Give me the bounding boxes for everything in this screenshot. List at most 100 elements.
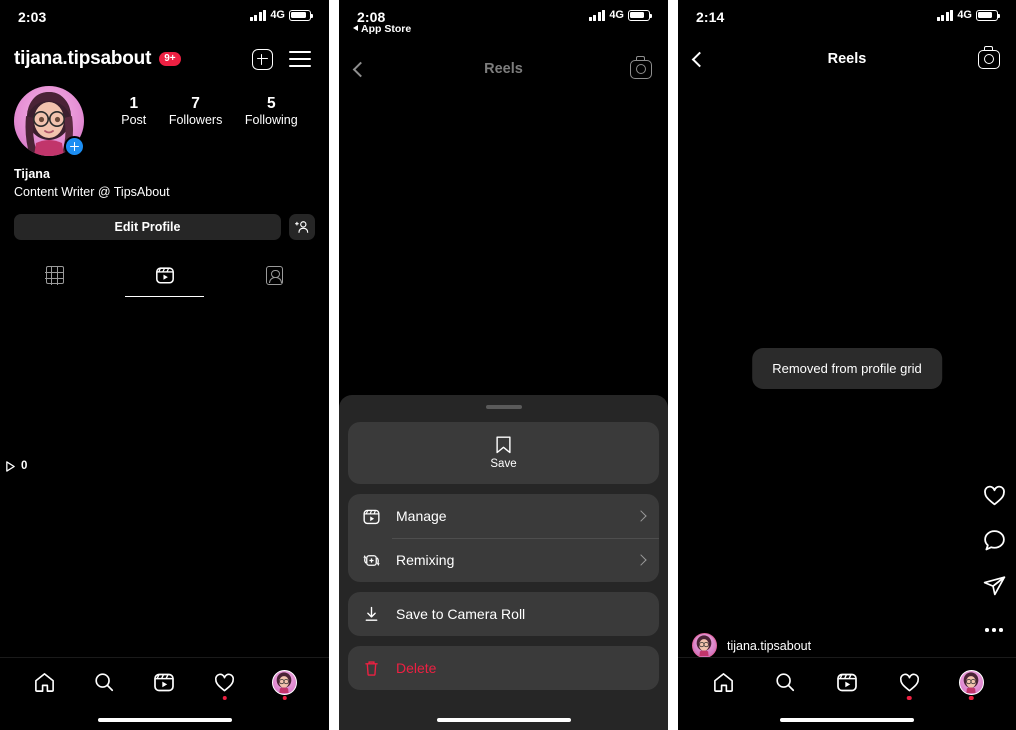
nav-home[interactable] — [706, 665, 740, 699]
stat-posts[interactable]: 1 Post — [121, 94, 146, 129]
menu-item-manage[interactable]: Manage — [348, 494, 659, 538]
nav-reels[interactable] — [147, 665, 181, 699]
trash-icon — [362, 659, 386, 678]
network-type: 4G — [270, 9, 285, 21]
action-sheet: Save Manage Remixing Save to Camera Roll… — [339, 395, 668, 730]
tab-tagged[interactable] — [219, 258, 329, 292]
stat-label: Following — [244, 113, 298, 128]
home-indicator[interactable] — [97, 717, 232, 722]
signal-icon — [588, 9, 606, 21]
nav-activity[interactable] — [892, 665, 926, 700]
profile-header: tijana.tipsabout 9+ — [0, 34, 329, 78]
return-to-app-link[interactable]: App Store — [353, 23, 411, 35]
comment-icon — [983, 529, 1005, 550]
tab-reels[interactable] — [110, 258, 220, 298]
network-type: 4G — [957, 9, 972, 21]
play-count-value: 0 — [21, 460, 28, 472]
add-story-button[interactable] — [64, 136, 85, 157]
home-indicator[interactable] — [780, 717, 914, 722]
panel-divider-1 — [329, 0, 339, 730]
stat-value: 7 — [191, 95, 200, 112]
stat-value: 5 — [266, 95, 276, 112]
page-title: Reels — [484, 61, 523, 77]
stat-value: 1 — [129, 95, 139, 112]
nav-search[interactable] — [768, 665, 802, 699]
tab-grid[interactable] — [0, 258, 110, 292]
play-icon — [5, 460, 16, 472]
chevron-right-icon — [635, 510, 647, 522]
author-username[interactable]: tijana.tipsabout — [727, 639, 811, 653]
reels-icon — [837, 673, 857, 692]
menu-item-label: Delete — [396, 660, 437, 676]
profile-actions: Edit Profile — [0, 201, 329, 241]
home-indicator[interactable] — [436, 717, 571, 722]
share-button[interactable] — [980, 571, 1008, 599]
avatar — [692, 633, 717, 658]
battery-icon — [289, 9, 314, 21]
stat-label: Followers — [168, 113, 223, 128]
bottom-nav-panel1 — [0, 657, 329, 730]
profile-tabs — [0, 258, 329, 298]
stat-followers[interactable]: 7 Followers — [169, 94, 223, 129]
sheet-group-download: Save to Camera Roll — [348, 592, 659, 636]
page-title: Reels — [827, 51, 867, 67]
ellipsis-icon — [985, 628, 1003, 632]
panel-reels-toast: 2:14 4G Reels Removed from profile grid — [678, 0, 1016, 730]
reels-icon — [154, 673, 175, 692]
like-button[interactable] — [980, 481, 1008, 509]
nav-reels[interactable] — [830, 665, 864, 699]
remix-icon — [362, 551, 386, 570]
plus-square-icon — [251, 48, 273, 70]
reel-author[interactable]: tijana.tipsabout — [692, 633, 811, 658]
edit-profile-button[interactable]: Edit Profile — [14, 214, 281, 241]
profile-dot — [968, 695, 974, 700]
status-bar-panel3: 2:14 4G — [678, 0, 1016, 34]
stat-following[interactable]: 5 Following — [245, 94, 298, 129]
nav-activity[interactable] — [208, 665, 242, 700]
add-person-button[interactable] — [289, 214, 315, 241]
status-time: 2:03 — [18, 9, 47, 25]
profile-avatar[interactable] — [14, 86, 85, 157]
camera-button[interactable] — [978, 46, 1000, 69]
chevron-right-icon — [635, 554, 647, 566]
download-icon — [362, 605, 386, 624]
new-post-button[interactable] — [247, 44, 277, 74]
screenshot-root: 2:03 4G tijana.tipsabout 9+ 1 Post 7 Fol… — [0, 0, 1016, 730]
stat-label: Post — [121, 113, 147, 128]
comment-button[interactable] — [980, 526, 1008, 554]
nav-home[interactable] — [27, 665, 61, 699]
bookmark-icon — [496, 436, 511, 454]
menu-button[interactable] — [285, 44, 315, 74]
heart-icon — [983, 485, 1005, 505]
back-button[interactable] — [352, 61, 369, 77]
menu-item-save-to-camera-roll[interactable]: Save to Camera Roll — [348, 592, 659, 636]
hamburger-icon — [289, 51, 311, 67]
home-icon — [34, 672, 54, 692]
back-button[interactable] — [691, 51, 708, 67]
battery-icon — [628, 9, 653, 21]
back-triangle-icon — [353, 25, 358, 31]
panel-profile: 2:03 4G tijana.tipsabout 9+ 1 Post 7 Fol… — [0, 0, 329, 730]
status-indicators: 4G — [936, 9, 1001, 21]
grid-icon — [45, 265, 65, 285]
status-bar-panel2: 2:08 4G App Store — [339, 0, 668, 35]
menu-item-remixing[interactable]: Remixing — [348, 538, 659, 582]
nav-profile[interactable] — [268, 665, 302, 700]
nav-search[interactable] — [87, 665, 121, 699]
nav-profile[interactable] — [954, 665, 988, 700]
bottom-nav-panel3 — [678, 657, 1016, 730]
save-button[interactable]: Save — [348, 422, 659, 484]
reels-header-panel2: Reels — [339, 48, 668, 90]
activity-dot — [222, 695, 227, 700]
menu-item-label: Save to Camera Roll — [396, 606, 526, 622]
status-time: 2:14 — [696, 9, 725, 25]
reel-action-rail — [980, 481, 1008, 644]
menu-item-delete[interactable]: Delete — [348, 646, 659, 690]
profile-username[interactable]: tijana.tipsabout — [14, 48, 151, 70]
more-options-button[interactable] — [980, 616, 1008, 644]
sheet-grabber[interactable] — [485, 405, 522, 409]
camera-button[interactable] — [630, 56, 652, 79]
panel-reels-sheet: 2:08 4G App Store Reels Save Manage Remi… — [339, 0, 668, 730]
toast-message: Removed from profile grid — [752, 348, 942, 389]
search-icon — [776, 673, 795, 692]
